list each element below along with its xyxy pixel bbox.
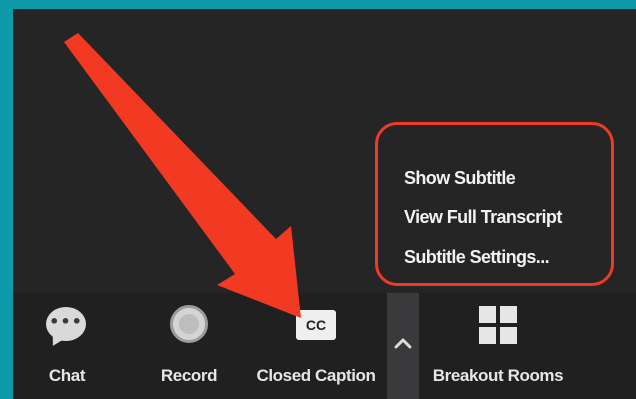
meeting-window: Show Subtitle View Full Transcript Subti… xyxy=(13,9,636,399)
red-arrow-annotation xyxy=(64,33,301,318)
